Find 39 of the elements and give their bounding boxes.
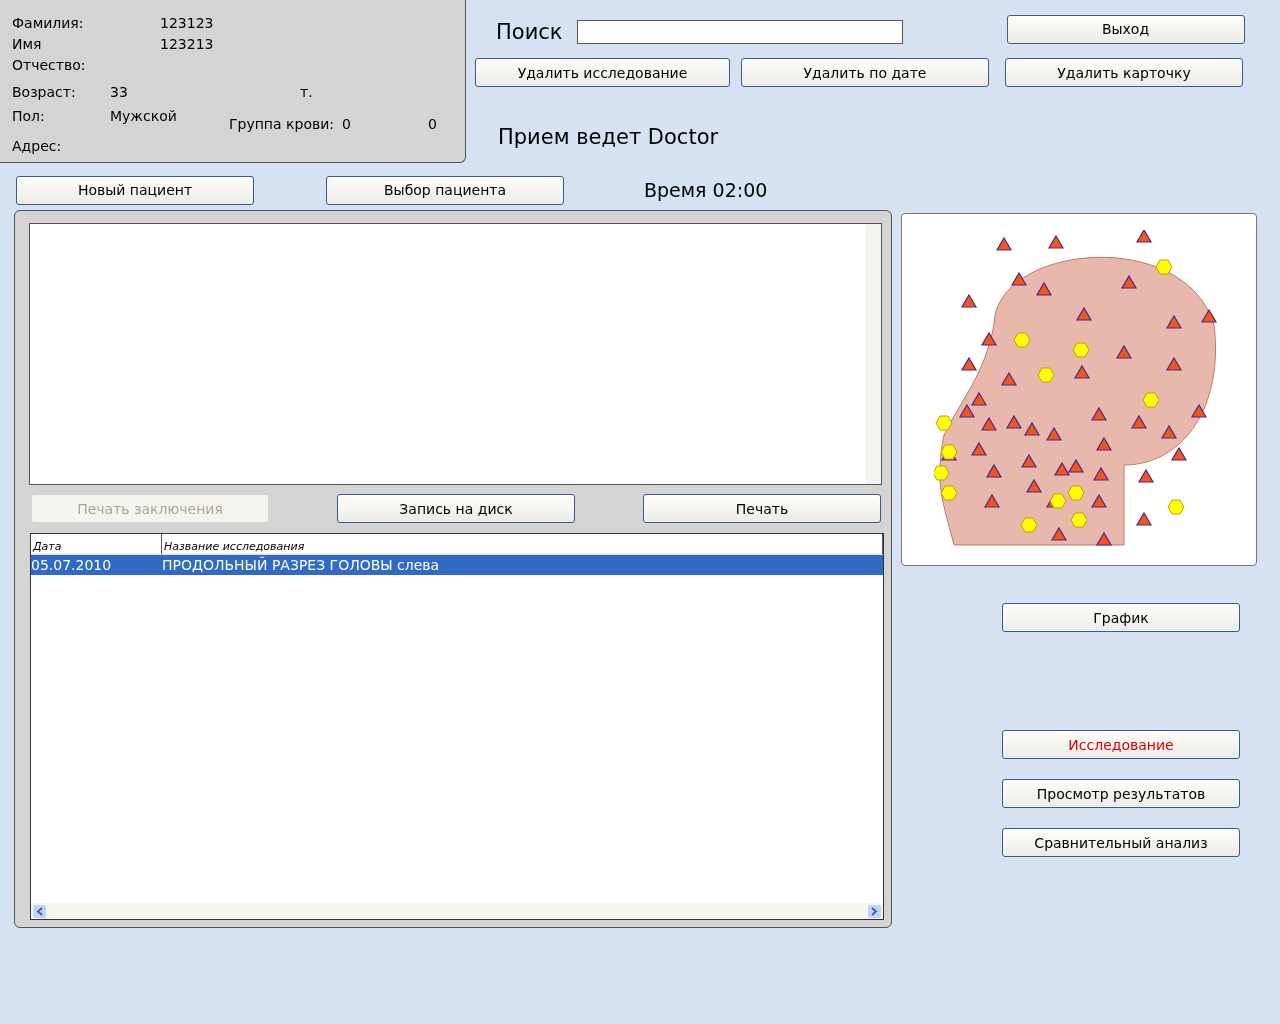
field-value: 123213 xyxy=(160,35,214,52)
side-button[interactable]: Исследование xyxy=(1002,730,1240,759)
field-label: Фамилия: xyxy=(12,14,85,31)
print-button[interactable]: Печать xyxy=(643,494,881,523)
scrollbar[interactable] xyxy=(865,224,881,484)
side-button[interactable]: Просмотр результатов xyxy=(1002,779,1240,808)
field-label: Адрес: xyxy=(12,137,62,154)
field-label: Имя xyxy=(12,35,43,52)
delete-button[interactable]: Удалить исследование xyxy=(475,58,730,87)
field-value: 0 xyxy=(342,116,352,132)
field-value: 33 xyxy=(110,83,129,100)
table-row[interactable]: 05.07.2010 ПРОДОЛЬНЫЙ РАЗРЕЗ ГОЛОВЫ слева xyxy=(31,555,883,575)
field-label: Возраст: xyxy=(12,83,77,100)
field-label: Отчество: xyxy=(12,56,87,73)
field-label: Группа крови: xyxy=(229,116,336,132)
table-cell-text: ПРОДОЛЬНЫЙ РАЗРЕЗ ГОЛОВЫ слева xyxy=(162,557,441,573)
field-value: Мужской xyxy=(110,108,178,124)
patient-button[interactable]: Выбор пациента xyxy=(326,175,564,205)
scroll-right-button[interactable] xyxy=(868,904,881,918)
column-header[interactable]: Дата xyxy=(31,534,162,554)
field-label: Пол: xyxy=(12,108,46,124)
table-cell-text: 05.07.2010 xyxy=(31,557,113,573)
unit-label: т. xyxy=(300,83,313,100)
delete-button[interactable]: Удалить по дате xyxy=(741,58,989,87)
side-button[interactable]: График xyxy=(1002,603,1240,632)
time-label: Время 02:00 xyxy=(644,179,768,201)
patient-button[interactable]: Новый пациент xyxy=(16,175,254,205)
scroll-left-button[interactable] xyxy=(33,904,46,918)
exit-button[interactable]: Выход xyxy=(1006,14,1245,44)
delete-button[interactable]: Удалить карточку xyxy=(1005,58,1243,87)
search-field[interactable] xyxy=(576,20,903,44)
doctor-label: Прием ведет Doctor xyxy=(498,125,720,149)
print-button[interactable]: Запись на диск xyxy=(337,494,575,523)
horizontal-scrollbar[interactable] xyxy=(31,903,883,919)
column-header[interactable]: Название исследования xyxy=(162,534,883,554)
side-button[interactable]: Сравнительный анализ xyxy=(1002,828,1240,857)
field-value: 123123 xyxy=(160,14,214,31)
field-value: 0 xyxy=(428,116,437,132)
search-label: Поиск xyxy=(496,20,563,44)
